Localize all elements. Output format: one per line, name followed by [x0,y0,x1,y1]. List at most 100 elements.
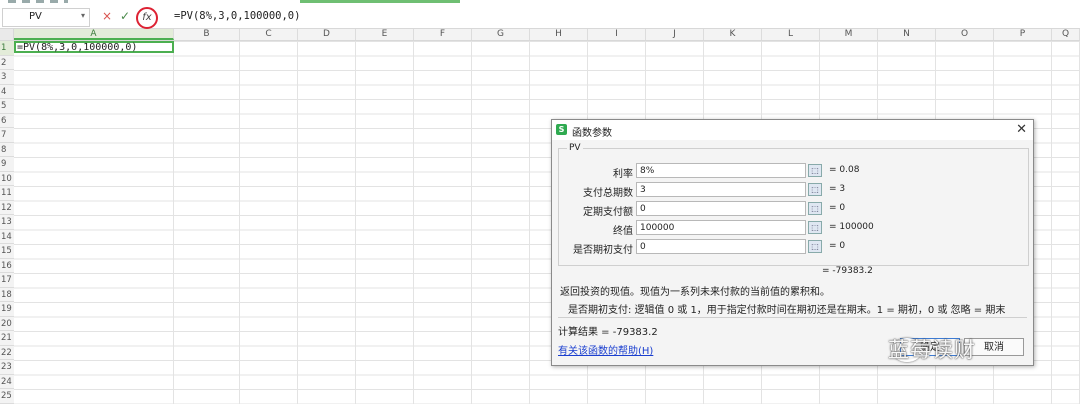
gridline [413,41,414,404]
row-header-24[interactable]: 24 [0,375,14,389]
argument-input[interactable]: 8% [636,163,806,178]
argument-label: 终值 [613,226,633,237]
function-name-label: PV [567,143,583,153]
formula-bar: PV ▾ × ✓ fx =PV(8%,3,0,100000,0) [0,6,1080,29]
column-header-l[interactable]: L [762,29,820,40]
row-header-11[interactable]: 11 [0,186,14,201]
argument-row: 支付总期数 3 ⬚ = 3 [559,182,1028,199]
argument-input[interactable]: 0 [636,239,806,254]
insert-function-icon[interactable]: fx [136,7,158,29]
argument-input[interactable]: 0 [636,201,806,216]
help-link[interactable]: 有关该函数的帮助(H) [558,342,653,357]
gridline [471,41,472,404]
argument-description: 是否期初支付: 逻辑值 0 或 1，用于指定付款时间在期初还是在期末。1 = 期… [568,305,1006,316]
collapse-dialog-icon[interactable]: ⬚ [808,164,822,177]
argument-result: = 0 [829,203,846,213]
collapse-dialog-icon[interactable]: ⬚ [808,221,822,234]
row-header-3[interactable]: 3 [0,70,14,85]
column-header-k[interactable]: K [704,29,762,40]
cancel-icon[interactable]: × [102,9,112,23]
argument-row: 是否期初支付 0 ⬚ = 0 [559,239,1028,256]
column-header-o[interactable]: O [936,29,994,40]
row-header-1[interactable]: 1 [0,41,14,56]
gridline [1051,41,1052,404]
argument-row: 定期支付额 0 ⬚ = 0 [559,201,1028,218]
column-header-c[interactable]: C [240,29,298,40]
app-logo-icon: S [556,124,567,135]
watermark: 蓝莓读财 [888,338,976,362]
row-header-23[interactable]: 23 [0,360,14,375]
row-header-9[interactable]: 9 [0,157,14,172]
column-headers: ABCDEFGHIJKLMNOPQ [0,29,1080,41]
argument-row: 利率 8% ⬚ = 0.08 [559,163,1028,180]
argument-result: = 0.08 [829,165,860,175]
argument-input[interactable]: 3 [636,182,806,197]
column-header-a[interactable]: A [14,29,174,40]
argument-label: 支付总期数 [583,188,633,199]
column-header-e[interactable]: E [356,29,414,40]
row-header-7[interactable]: 7 [0,128,14,143]
dialog-titlebar[interactable]: S 函数参数 ✕ [552,120,1033,140]
argument-label: 是否期初支付 [573,245,633,256]
column-header-d[interactable]: D [298,29,356,40]
collapse-dialog-icon[interactable]: ⬚ [808,183,822,196]
dialog-title: 函数参数 [572,128,612,139]
chevron-down-icon[interactable]: ▾ [81,11,85,20]
gridline [297,41,298,404]
row-header-5[interactable]: 5 [0,99,14,114]
column-header-p[interactable]: P [994,29,1052,40]
row-headers: 1 2 3 4 5 6 7 8 9 10 11 12 13 14 15 16 17 18 19 20 21 22 23 24 2… [0,41,14,404]
confirm-icon[interactable]: ✓ [120,9,130,23]
column-header-q[interactable]: Q [1052,29,1080,40]
row-header-12[interactable]: 12 [0,201,14,215]
column-header-h[interactable]: H [530,29,588,40]
active-tab-indicator [300,0,460,3]
argument-result: = 0 [829,241,846,251]
column-header-g[interactable]: G [472,29,530,40]
name-box[interactable]: PV ▾ [2,8,90,27]
gridline [355,41,356,404]
row-header-22[interactable]: 22 [0,346,14,360]
row-header-13[interactable]: 13 [0,215,14,230]
row-header-19[interactable]: 19 [0,302,14,317]
column-header-n[interactable]: N [878,29,936,40]
row-header-16[interactable]: 16 [0,259,14,273]
row-header-18[interactable]: 18 [0,288,14,302]
row-header-14[interactable]: 14 [0,230,14,244]
row-header-15[interactable]: 15 [0,244,14,259]
column-header-b[interactable]: B [174,29,240,40]
divider [558,317,1027,318]
gridline [173,41,174,404]
close-icon[interactable]: ✕ [1016,122,1027,137]
column-header-f[interactable]: F [414,29,472,40]
row-header-25[interactable]: 25 [0,389,14,404]
argument-result: = 3 [829,184,846,194]
row-header-20[interactable]: 20 [0,317,14,331]
row-header-4[interactable]: 4 [0,85,14,99]
row-header-21[interactable]: 21 [0,331,14,346]
argument-row: 终值 100000 ⬚ = 100000 [559,220,1028,237]
column-header-i[interactable]: I [588,29,646,40]
gridline [529,41,530,404]
column-header-j[interactable]: J [646,29,704,40]
function-description: 返回投资的现值。现值为一系列未来付款的当前值的累积和。 [560,287,830,298]
row-header-10[interactable]: 10 [0,172,14,186]
column-header-m[interactable]: M [820,29,878,40]
argument-input[interactable]: 100000 [636,220,806,235]
toolbar-remnant [8,0,68,3]
arguments-group: PV 利率 8% ⬚ = 0.08 支付总期数 3 ⬚ = 3 定期支付额 0 ⬚ = 0 终值 1000… [558,143,1029,266]
name-box-value: PV [29,11,42,22]
row-header-17[interactable]: 17 [0,273,14,288]
select-all-corner[interactable] [0,29,14,40]
active-cell-a1[interactable]: =PV(8%,3,0,100000,0) [14,41,174,53]
gridline [239,41,240,404]
argument-result: = 100000 [829,222,874,232]
collapse-dialog-icon[interactable]: ⬚ [808,202,822,215]
row-header-2[interactable]: 2 [0,56,14,70]
row-header-6[interactable]: 6 [0,114,14,128]
argument-label: 定期支付额 [583,207,633,218]
collapse-dialog-icon[interactable]: ⬚ [808,240,822,253]
formula-input[interactable]: =PV(8%,3,0,100000,0) [174,10,300,22]
formula-result: = -79383.2 [822,266,873,276]
row-header-8[interactable]: 8 [0,143,14,157]
